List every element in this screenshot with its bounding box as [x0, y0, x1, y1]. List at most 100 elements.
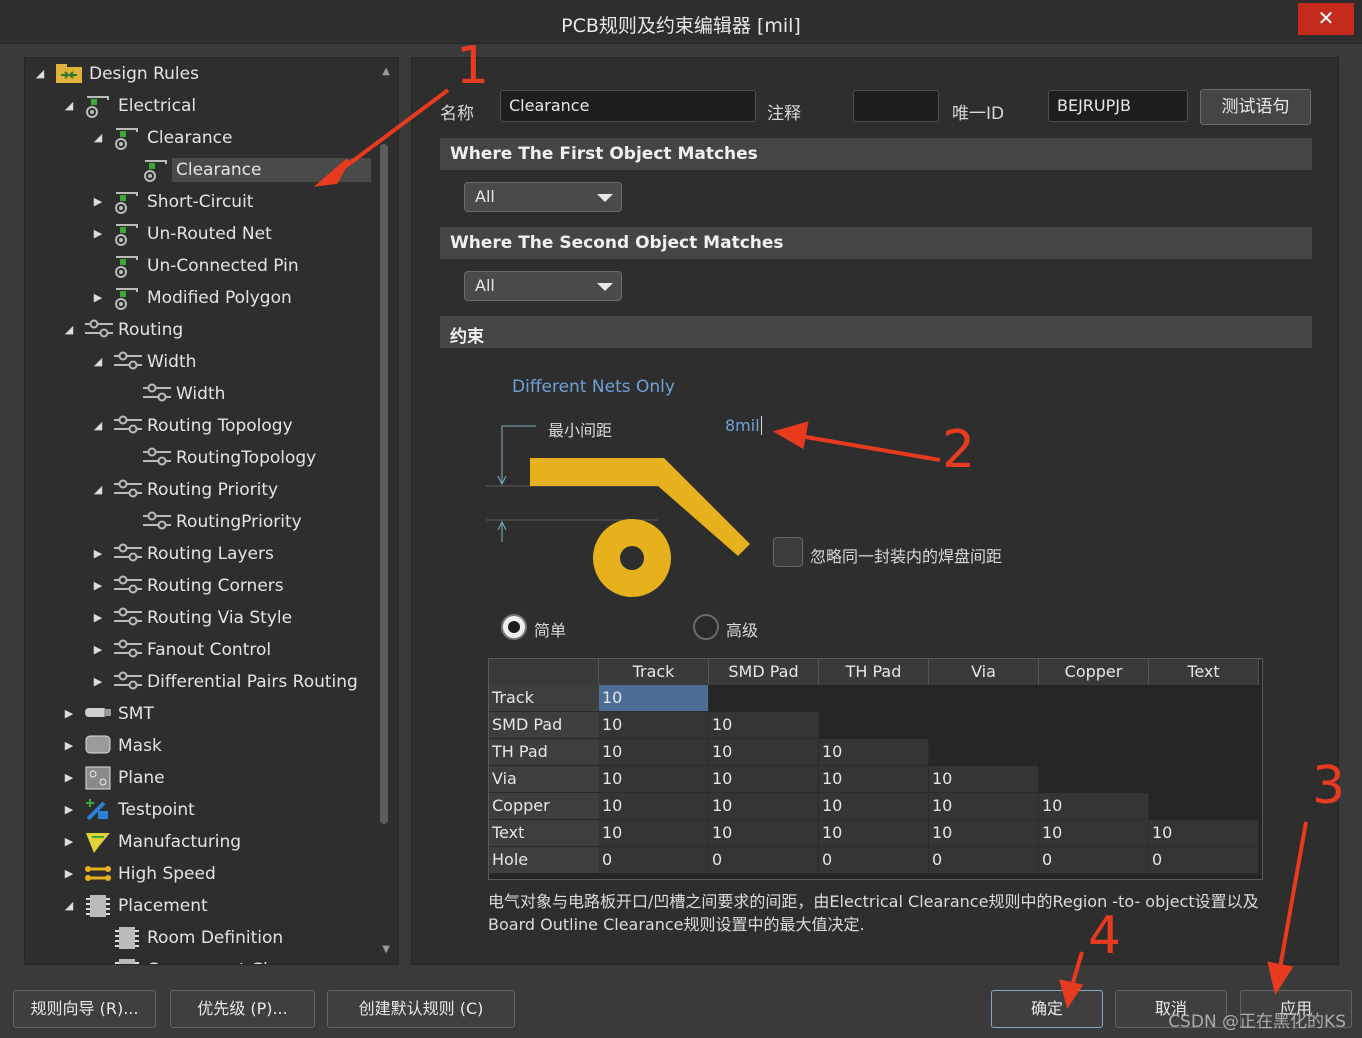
tree-item[interactable]: ▶ Plane: [65, 763, 169, 793]
tree-item[interactable]: ▶ Mask: [65, 731, 166, 761]
ignore-pad-clearance-checkbox[interactable]: [773, 537, 803, 567]
expand-icon[interactable]: ▶: [91, 611, 105, 625]
tree-item[interactable]: Un-Connected Pin: [113, 251, 303, 281]
matrix-cell[interactable]: 10: [819, 820, 929, 847]
scroll-down-icon[interactable]: ▼: [382, 944, 390, 955]
tree-item[interactable]: ▶ Testpoint: [65, 795, 199, 825]
collapse-icon[interactable]: ◢: [33, 67, 47, 81]
matrix-cell[interactable]: 10: [599, 793, 709, 820]
advanced-mode-radio[interactable]: [693, 614, 719, 640]
matrix-cell[interactable]: 10: [1039, 793, 1149, 820]
create-default-rules-button[interactable]: 创建默认规则 (C): [327, 990, 515, 1028]
tree-item[interactable]: ▶ Manufacturing: [65, 827, 245, 857]
matrix-cell[interactable]: 10: [599, 766, 709, 793]
matrix-cell[interactable]: 10: [819, 739, 929, 766]
clearance-diagram: [486, 425, 750, 597]
priority-button[interactable]: 优先级 (P)...: [170, 990, 315, 1028]
expand-icon[interactable]: ▶: [91, 195, 105, 209]
rule-wizard-button[interactable]: 规则向导 (R)...: [13, 990, 156, 1028]
expand-icon[interactable]: ▶: [91, 675, 105, 689]
collapse-icon[interactable]: ◢: [62, 899, 76, 913]
expand-icon[interactable]: ▶: [62, 707, 76, 721]
tree-item[interactable]: Clearance: [142, 155, 371, 185]
collapse-icon[interactable]: ◢: [91, 483, 105, 497]
uid-input[interactable]: BEJRUPJB: [1048, 90, 1188, 122]
matrix-cell[interactable]: 10: [1149, 820, 1259, 847]
tree-item[interactable]: ◢ Routing Topology: [94, 411, 297, 441]
second-object-dropdown[interactable]: All: [464, 271, 622, 301]
expand-icon[interactable]: ▶: [62, 867, 76, 881]
expand-icon[interactable]: ▶: [91, 579, 105, 593]
tree-item[interactable]: ▶ Differential Pairs Routing: [94, 667, 362, 697]
matrix-cell[interactable]: 0: [1149, 847, 1259, 874]
rule-name-input[interactable]: Clearance: [500, 90, 756, 122]
ok-button[interactable]: 确定: [991, 990, 1103, 1028]
simple-mode-radio[interactable]: [501, 614, 527, 640]
matrix-cell[interactable]: 0: [599, 847, 709, 874]
collapse-icon[interactable]: ◢: [91, 419, 105, 433]
matrix-cell[interactable]: 10: [1039, 820, 1149, 847]
expand-icon[interactable]: ▶: [62, 771, 76, 785]
comment-input[interactable]: [853, 90, 939, 122]
tree-item[interactable]: ◢ Width: [94, 347, 200, 377]
expand-icon[interactable]: ▶: [91, 227, 105, 241]
tree-item[interactable]: ◢ Electrical: [65, 91, 200, 121]
net-scope-link[interactable]: Different Nets Only: [512, 377, 675, 397]
matrix-cell[interactable]: 0: [819, 847, 929, 874]
matrix-cell[interactable]: 10: [819, 766, 929, 793]
tree-item[interactable]: ▶ Short-Circuit: [94, 187, 257, 217]
tree-item[interactable]: ▶ Un-Routed Net: [94, 219, 276, 249]
matrix-cell[interactable]: 10: [709, 820, 819, 847]
expand-icon[interactable]: ▶: [62, 835, 76, 849]
tree-item[interactable]: RoutingTopology: [142, 443, 320, 473]
collapse-icon[interactable]: ◢: [91, 355, 105, 369]
matrix-cell[interactable]: 0: [709, 847, 819, 874]
tree-item[interactable]: Width: [142, 379, 229, 409]
matrix-cell[interactable]: 10: [599, 739, 709, 766]
tree-item[interactable]: ▶ Modified Polygon: [94, 283, 296, 313]
test-query-button[interactable]: 测试语句: [1200, 89, 1311, 125]
tree-item[interactable]: Component Cl...: [113, 955, 288, 964]
chevron-down-icon: [597, 194, 613, 202]
matrix-cell[interactable]: 0: [929, 847, 1039, 874]
matrix-cell[interactable]: 10: [929, 820, 1039, 847]
matrix-cell[interactable]: 10: [929, 793, 1039, 820]
tree-item[interactable]: ▶ Routing Corners: [94, 571, 288, 601]
expand-icon[interactable]: ▶: [62, 803, 76, 817]
tree-item[interactable]: ▶ SMT: [65, 699, 158, 729]
expand-icon[interactable]: ▶: [62, 739, 76, 753]
tree-item[interactable]: ◢ Design Rules: [36, 59, 203, 89]
scroll-up-icon[interactable]: ▲: [382, 66, 390, 77]
tree-scrollbar-thumb[interactable]: [380, 144, 388, 824]
matrix-cell[interactable]: 10: [709, 766, 819, 793]
tree-item[interactable]: ◢ Routing Priority: [94, 475, 282, 505]
expand-icon[interactable]: ▶: [91, 643, 105, 657]
expand-icon[interactable]: ▶: [91, 547, 105, 561]
matrix-cell[interactable]: 10: [599, 685, 709, 712]
matrix-cell[interactable]: 10: [599, 820, 709, 847]
collapse-icon[interactable]: ◢: [62, 99, 76, 113]
matrix-cell[interactable]: 10: [709, 793, 819, 820]
matrix-cell[interactable]: 10: [929, 766, 1039, 793]
collapse-icon[interactable]: ◢: [91, 131, 105, 145]
tree-item[interactable]: ◢ Placement: [65, 891, 212, 921]
tree-item[interactable]: ▶ High Speed: [65, 859, 220, 889]
matrix-cell[interactable]: 10: [709, 739, 819, 766]
rule-tree-panel[interactable]: ◢ Design Rules ◢ Electrical ◢ Clearance Cleara…: [24, 57, 399, 965]
tree-item[interactable]: ▶ Routing Layers: [94, 539, 278, 569]
tree-item[interactable]: ◢ Routing: [65, 315, 187, 345]
matrix-cell[interactable]: 0: [1039, 847, 1149, 874]
expand-icon[interactable]: ▶: [91, 291, 105, 305]
collapse-icon[interactable]: ◢: [62, 323, 76, 337]
first-object-dropdown[interactable]: All: [464, 182, 622, 212]
tree-item[interactable]: RoutingPriority: [142, 507, 306, 537]
matrix-cell[interactable]: 10: [599, 712, 709, 739]
tree-item[interactable]: ▶ Fanout Control: [94, 635, 275, 665]
tree-item[interactable]: ▶ Routing Via Style: [94, 603, 296, 633]
matrix-cell[interactable]: 10: [709, 712, 819, 739]
tree-item[interactable]: ◢ Clearance: [94, 123, 236, 153]
annotation-number-3: 3: [1312, 756, 1346, 816]
tree-item[interactable]: Room Definition: [113, 923, 287, 953]
matrix-cell[interactable]: 10: [819, 793, 929, 820]
close-button[interactable]: ✕: [1298, 3, 1354, 35]
